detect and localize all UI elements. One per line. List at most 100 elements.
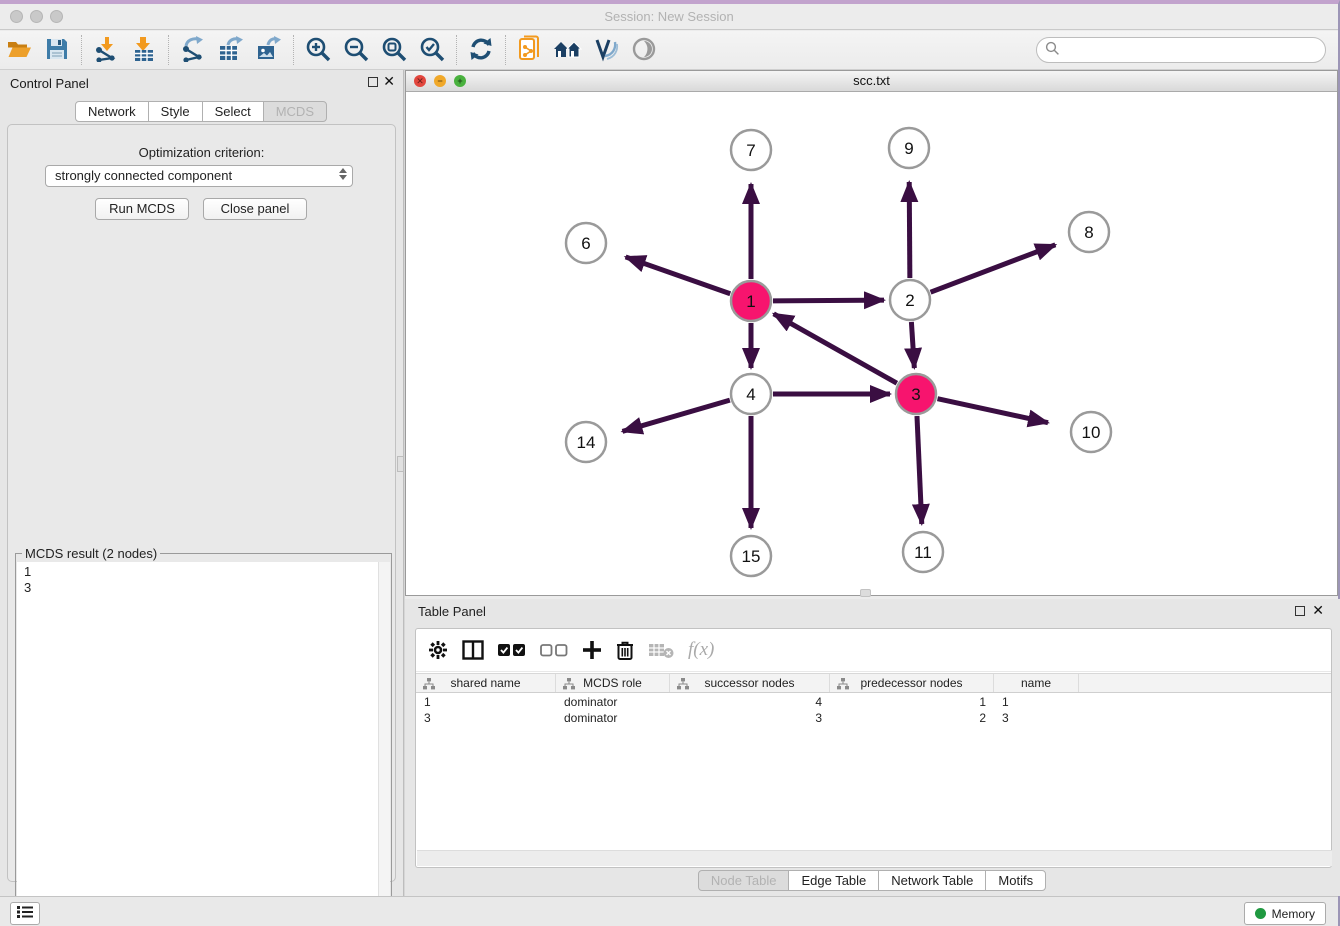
import-table-button[interactable] [125, 34, 163, 66]
column-header-MCDS-role[interactable]: MCDS role [556, 674, 670, 692]
cell-name[interactable]: 3 [994, 710, 1079, 726]
svg-text:11: 11 [914, 543, 932, 562]
node-3[interactable]: 3 [896, 374, 936, 414]
tab-network[interactable]: Network [75, 101, 149, 122]
cell-successor-nodes[interactable]: 4 [670, 694, 830, 710]
open-session-button[interactable] [0, 34, 38, 66]
table-row[interactable]: 1dominator411 [416, 694, 1331, 710]
memory-button[interactable]: Memory [1244, 902, 1326, 925]
node-4[interactable]: 4 [731, 374, 771, 414]
cell-shared-name[interactable]: 1 [416, 694, 556, 710]
node-14[interactable]: 14 [566, 422, 606, 462]
cell-predecessor-nodes[interactable]: 2 [830, 710, 994, 726]
list-icon [16, 905, 34, 922]
select-all-columns-button[interactable] [498, 643, 526, 657]
close-view-icon[interactable]: ✕ [414, 75, 426, 87]
show-hide-button[interactable] [625, 34, 663, 66]
vertical-splitter-handle[interactable] [397, 456, 404, 472]
column-header-name[interactable]: name [994, 674, 1079, 692]
zoom-fit-button[interactable] [375, 34, 413, 66]
zoom-window-icon[interactable] [50, 10, 63, 23]
save-session-button[interactable] [38, 34, 76, 66]
close-panel-icon[interactable]: ✕ [383, 74, 395, 88]
node-2[interactable]: 2 [890, 280, 930, 320]
node-10[interactable]: 10 [1071, 412, 1111, 452]
search-input[interactable] [1060, 43, 1325, 58]
zoom-fit-icon [381, 36, 407, 65]
close-panel-button[interactable]: Close panel [203, 198, 307, 220]
table-options-button[interactable] [428, 640, 448, 660]
tab-style[interactable]: Style [148, 101, 203, 122]
node-15[interactable]: 15 [731, 536, 771, 576]
zoom-in-button[interactable] [299, 34, 337, 66]
edge-3-10[interactable] [937, 399, 1048, 423]
zoom-view-icon[interactable]: + [454, 75, 466, 87]
node-1[interactable]: 1 [731, 281, 771, 321]
first-neighbors-button[interactable] [549, 34, 587, 66]
network-window-titlebar: ✕ − + scc.txt [406, 71, 1337, 92]
import-network-button[interactable] [87, 34, 125, 66]
run-mcds-button[interactable]: Run MCDS [95, 198, 189, 220]
node-7[interactable]: 7 [731, 130, 771, 170]
cell-MCDS-role[interactable]: dominator [556, 710, 670, 726]
svg-text:4: 4 [746, 385, 755, 404]
cell-successor-nodes[interactable]: 3 [670, 710, 830, 726]
search-field[interactable] [1036, 37, 1326, 63]
vizmapper-button[interactable] [587, 34, 625, 66]
tab-edge-table[interactable]: Edge Table [788, 870, 879, 891]
add-column-button[interactable] [582, 640, 602, 660]
export-image-button[interactable] [250, 34, 288, 66]
split-view-button[interactable] [462, 640, 484, 660]
delete-column-button[interactable] [616, 640, 634, 661]
cell-predecessor-nodes[interactable]: 1 [830, 694, 994, 710]
edge-4-14[interactable] [622, 400, 729, 431]
table-row[interactable]: 3dominator323 [416, 710, 1331, 726]
deselect-all-columns-button[interactable] [540, 643, 568, 657]
table-hscrollbar[interactable] [417, 850, 1332, 866]
export-image-icon [256, 36, 282, 65]
tab-motifs[interactable]: Motifs [985, 870, 1046, 891]
tab-select[interactable]: Select [202, 101, 264, 122]
tab-node-table[interactable]: Node Table [698, 870, 790, 891]
criterion-select[interactable]: strongly connected component [45, 165, 353, 187]
network-canvas[interactable]: 1 2 3 4 6 7 8 9 10 11 14 15 [406, 92, 1337, 595]
edge-1-2[interactable] [773, 300, 884, 301]
tab-mcds[interactable]: MCDS [263, 101, 327, 122]
close-table-panel-icon[interactable]: ✕ [1312, 603, 1324, 617]
minimize-window-icon[interactable] [30, 10, 43, 23]
edge-1-6[interactable] [626, 257, 731, 294]
float-table-panel-icon[interactable] [1295, 606, 1305, 616]
node-9[interactable]: 9 [889, 128, 929, 168]
cell-MCDS-role[interactable]: dominator [556, 694, 670, 710]
column-header-successor-nodes[interactable]: successor nodes [670, 674, 830, 692]
node-6[interactable]: 6 [566, 223, 606, 263]
export-table-button[interactable] [212, 34, 250, 66]
edge-2-8[interactable] [931, 245, 1056, 292]
float-panel-icon[interactable] [368, 77, 378, 87]
zoom-selected-button[interactable] [413, 34, 451, 66]
result-scrollbar[interactable] [378, 562, 390, 926]
column-header-predecessor-nodes[interactable]: predecessor nodes [830, 674, 994, 692]
cell-name[interactable]: 1 [994, 694, 1079, 710]
edge-2-3[interactable] [911, 322, 914, 368]
column-header-shared-name[interactable]: shared name [416, 674, 556, 692]
minimize-view-icon[interactable]: − [434, 75, 446, 87]
task-history-button[interactable] [10, 902, 40, 925]
edge-2-9[interactable] [909, 182, 910, 278]
svg-text:10: 10 [1082, 423, 1101, 442]
node-8[interactable]: 8 [1069, 212, 1109, 252]
node-11[interactable]: 11 [903, 532, 943, 572]
refresh-layout-button[interactable] [462, 34, 500, 66]
edge-3-1[interactable] [774, 314, 897, 383]
edge-3-11[interactable] [917, 416, 922, 524]
cell-shared-name[interactable]: 3 [416, 710, 556, 726]
zoom-out-button[interactable] [337, 34, 375, 66]
horizontal-splitter-handle[interactable] [860, 589, 871, 597]
tab-network-table[interactable]: Network Table [878, 870, 986, 891]
clone-network-button[interactable] [511, 34, 549, 66]
close-window-icon[interactable] [10, 10, 23, 23]
svg-text:6: 6 [581, 234, 590, 253]
export-network-button[interactable] [174, 34, 212, 66]
table-header-row: shared nameMCDS rolesuccessor nodesprede… [416, 673, 1331, 693]
criterion-value: strongly connected component [55, 168, 232, 183]
